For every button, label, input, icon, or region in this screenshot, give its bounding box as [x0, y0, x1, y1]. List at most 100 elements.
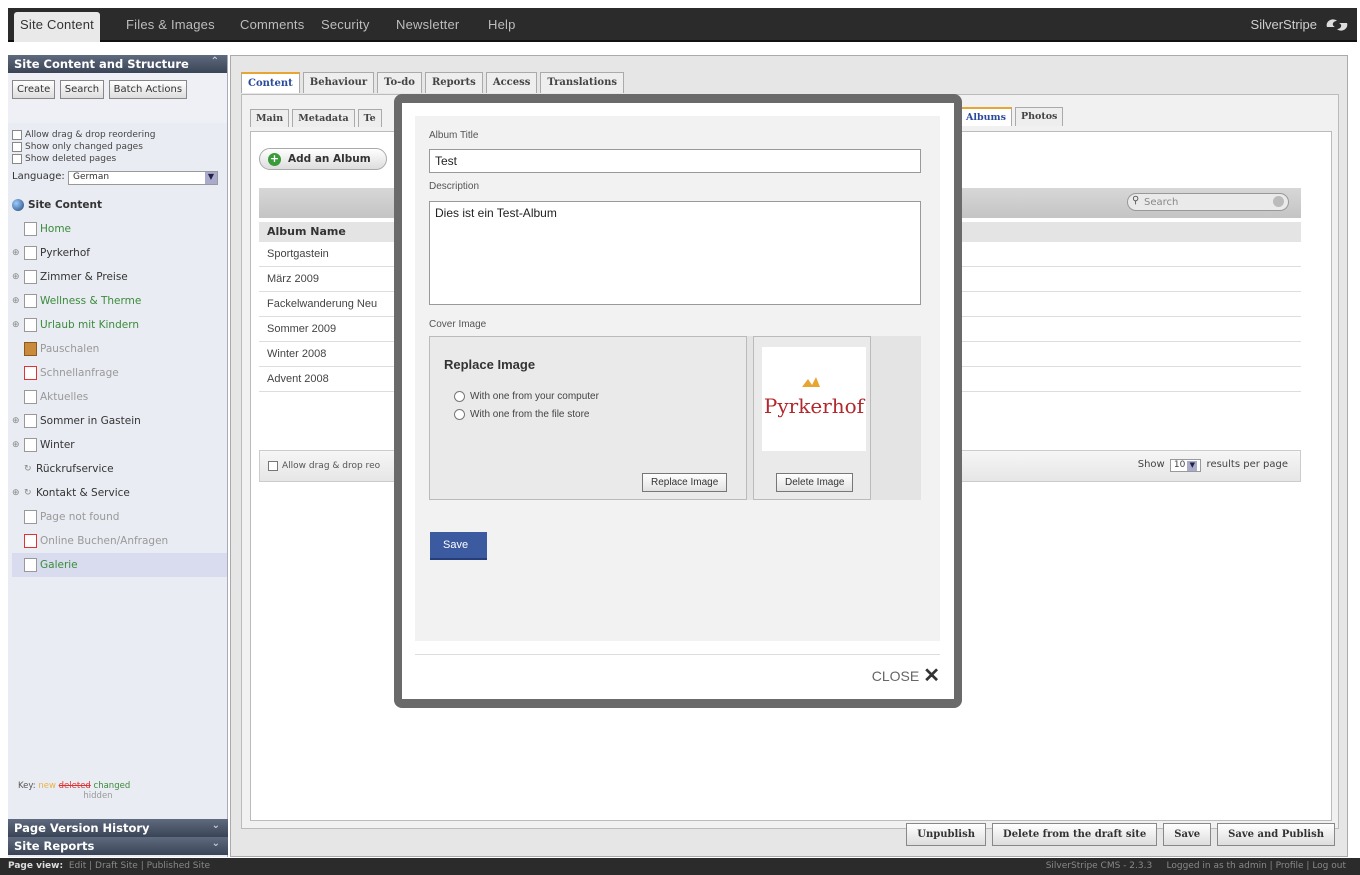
description-label: Description — [429, 181, 480, 192]
tree-item-label: Site Content — [28, 199, 102, 211]
album-title-input[interactable]: Test — [429, 149, 921, 173]
save-publish-button[interactable]: Save and Publish — [1217, 823, 1335, 846]
delete-draft-button[interactable]: Delete from the draft site — [992, 823, 1158, 846]
add-album-button[interactable]: + Add an Album — [259, 148, 387, 170]
tree-item-home[interactable]: Home — [12, 217, 227, 241]
page-icon — [24, 294, 37, 308]
expand-icon[interactable]: ⌄ — [212, 838, 220, 849]
nav-newsletter[interactable]: Newsletter — [396, 17, 459, 32]
tab-albums[interactable]: Albums — [960, 107, 1012, 126]
tree-item-galerie[interactable]: Galerie — [12, 553, 227, 577]
batch-actions-button[interactable]: Batch Actions — [108, 80, 188, 99]
tree-item-wellness[interactable]: ⊕ Wellness & Therme — [12, 289, 227, 313]
changed-pages-checkbox[interactable] — [12, 141, 22, 152]
draft-site-link[interactable]: Draft Site — [95, 861, 138, 871]
cms-window: Site Content Files & Images Comments Sec… — [0, 0, 1360, 875]
tree-item-online-buchen[interactable]: Online Buchen/Anfragen — [12, 529, 227, 553]
tree-item-schnellanfrage[interactable]: Schnellanfrage — [12, 361, 227, 385]
expand-icon[interactable]: ⌄ — [212, 820, 220, 831]
save-button[interactable]: Save — [1163, 823, 1212, 846]
tab-photos[interactable]: Photos — [1014, 107, 1064, 126]
delete-image-button[interactable]: Delete Image — [776, 473, 854, 492]
nav-security[interactable]: Security — [321, 17, 370, 32]
chevron-down-icon[interactable]: ▼ — [205, 172, 217, 184]
edit-link[interactable]: Edit — [69, 861, 86, 871]
close-icon[interactable]: ✕ — [923, 666, 940, 686]
search-input[interactable]: ⚲ Search — [1127, 193, 1289, 211]
create-button[interactable]: Create — [12, 80, 56, 99]
expand-icon[interactable]: ⊕ — [12, 296, 24, 306]
chevron-down-icon[interactable]: ▼ — [1187, 461, 1198, 471]
deleted-pages-checkbox[interactable] — [12, 153, 22, 164]
plus-icon: + — [268, 152, 281, 166]
close-button[interactable]: CLOSE ✕ — [872, 666, 940, 686]
tree-item-winter[interactable]: ⊕ Winter — [12, 433, 227, 457]
language-select[interactable]: German ▼ — [68, 171, 218, 185]
tree-item-urlaub[interactable]: ⊕ Urlaub mit Kindern — [12, 313, 227, 337]
description-textarea[interactable]: Dies ist ein Test-Album — [429, 201, 921, 305]
search-button[interactable]: Search — [59, 80, 105, 99]
nav-files-images[interactable]: Files & Images — [126, 17, 215, 32]
tab-behaviour[interactable]: Behaviour — [302, 72, 375, 93]
page-view-label: Page view: — [8, 861, 64, 871]
per-page-select[interactable]: 10 ▼ — [1169, 459, 1202, 472]
tree-item-kontakt[interactable]: ⊕ ↻ Kontakt & Service — [12, 481, 227, 505]
tab-content[interactable]: Content — [241, 72, 300, 93]
radio-from-file-store[interactable]: With one from the file store — [454, 409, 590, 420]
page-icon — [24, 222, 37, 236]
cover-image-label: Cover Image — [429, 319, 487, 330]
language-label: Language: — [12, 171, 65, 182]
site-structure-header[interactable]: Site Content and Structure ⌃ — [8, 55, 227, 73]
expand-icon[interactable]: ⊕ — [12, 320, 24, 330]
published-site-link[interactable]: Published Site — [147, 861, 210, 871]
tree-item-label: Zimmer & Preise — [40, 271, 128, 283]
grid-drag-drop-checkbox[interactable] — [268, 461, 278, 471]
expand-icon[interactable]: ⊕ — [12, 416, 24, 426]
tab-metadata[interactable]: Metadata — [292, 109, 355, 127]
tree-button-row: Create Search Batch Actions — [8, 73, 227, 123]
tree-item-label: Pyrkerhof — [40, 247, 90, 259]
tab-reports[interactable]: Reports — [424, 72, 483, 93]
expand-icon[interactable]: ⊕ — [12, 272, 24, 282]
site-reports-header[interactable]: Site Reports ⌄ — [8, 837, 228, 855]
tree-item-aktuelles[interactable]: Aktuelles — [12, 385, 227, 409]
tree-item-zimmer[interactable]: ⊕ Zimmer & Preise — [12, 265, 227, 289]
nav-comments[interactable]: Comments — [240, 17, 304, 32]
radio-from-computer[interactable]: With one from your computer — [454, 391, 599, 402]
brand-name: SilverStripe — [1250, 17, 1317, 32]
tab-te[interactable]: Te — [357, 109, 382, 127]
tab-translations[interactable]: Translations — [540, 72, 625, 93]
globe-icon — [12, 199, 24, 211]
expand-icon[interactable]: ⊕ — [12, 440, 24, 450]
tree-item-rueckruf[interactable]: ↻ Rückrufservice — [12, 457, 227, 481]
tree-item-sommer[interactable]: ⊕ Sommer in Gastein — [12, 409, 227, 433]
expand-icon[interactable]: ⊕ — [12, 248, 24, 258]
nav-site-content[interactable]: Site Content — [14, 12, 100, 42]
tree-item-pauschalen[interactable]: Pauschalen — [12, 337, 227, 361]
drag-drop-checkbox[interactable] — [12, 129, 22, 140]
tree-root[interactable]: Site Content — [12, 193, 227, 217]
tab-access[interactable]: Access — [485, 72, 538, 93]
page-icon — [24, 246, 37, 260]
unpublish-button[interactable]: Unpublish — [906, 823, 987, 846]
collapse-icon[interactable]: ⌃ — [211, 56, 219, 67]
clear-icon[interactable] — [1273, 196, 1284, 207]
tree-item-pyrkerhof[interactable]: ⊕ Pyrkerhof — [12, 241, 227, 265]
tab-todo[interactable]: To-do — [377, 72, 422, 93]
logged-in-info[interactable]: Logged in as th admin | Profile | Log ou… — [1167, 861, 1347, 871]
radio-icon[interactable] — [454, 409, 465, 420]
tree-item-label: Home — [40, 223, 72, 235]
tab-main[interactable]: Main — [250, 109, 290, 127]
silverstripe-logo-icon — [1326, 19, 1348, 31]
modal-save-button[interactable]: Save — [430, 532, 487, 560]
tree-item-page-not-found[interactable]: Page not found — [12, 505, 227, 529]
page-icon — [24, 414, 37, 428]
nav-help[interactable]: Help — [488, 17, 516, 32]
page-version-history-header[interactable]: Page Version History ⌄ — [8, 819, 228, 837]
radio-label: With one from your computer — [470, 391, 599, 403]
per-page-control: Show 10 ▼ results per page — [1138, 459, 1288, 472]
replace-image-button[interactable]: Replace Image — [642, 473, 728, 492]
expand-icon[interactable]: ⊕ — [12, 488, 24, 498]
radio-icon[interactable] — [454, 391, 465, 402]
radio-label: With one from the file store — [470, 409, 590, 421]
